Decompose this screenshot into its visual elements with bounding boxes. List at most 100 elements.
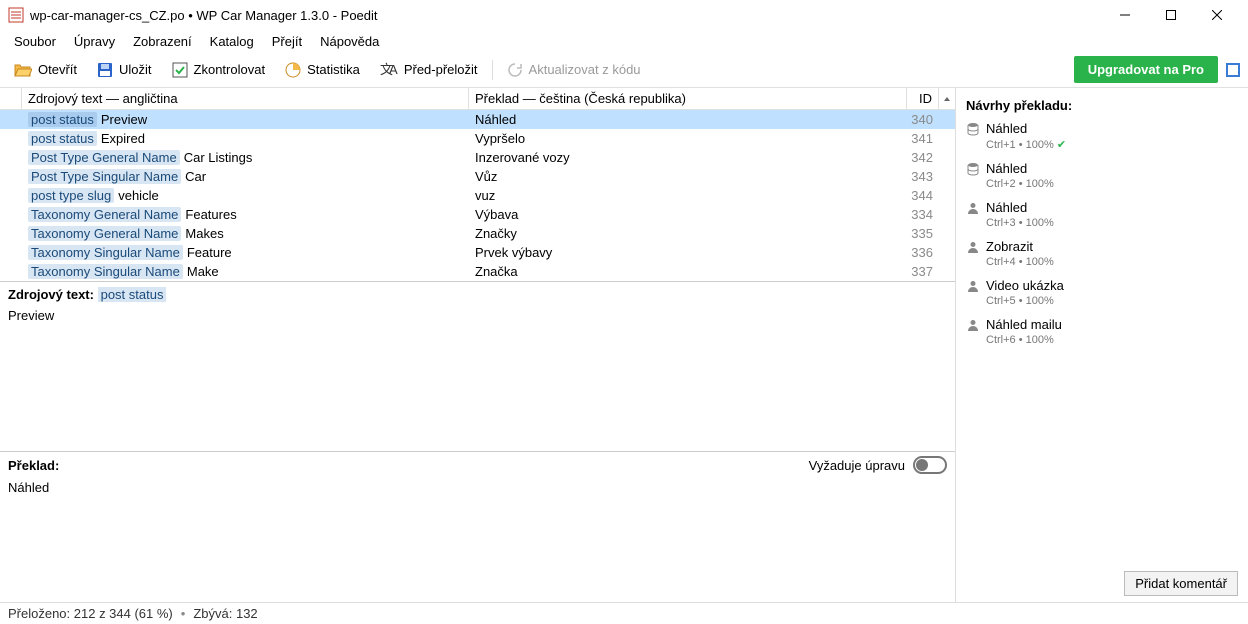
minimize-button[interactable] bbox=[1102, 0, 1148, 30]
menu-item[interactable]: Zobrazení bbox=[125, 32, 200, 51]
table-row[interactable]: Taxonomy General NameFeaturesVýbava334 bbox=[0, 205, 955, 224]
update-label: Aktualizovat z kódu bbox=[529, 62, 641, 77]
row-id: 340 bbox=[907, 112, 939, 127]
user-icon bbox=[966, 240, 980, 254]
suggestion-text: Zobrazit bbox=[986, 239, 1033, 254]
context-badge: Post Type General Name bbox=[28, 150, 180, 165]
title-bar: wp-car-manager-cs_CZ.po • WP Car Manager… bbox=[0, 0, 1248, 30]
source-text: Preview bbox=[101, 112, 147, 127]
table-row[interactable]: post type slug vehicle vuz344 bbox=[0, 186, 955, 205]
row-id: 335 bbox=[907, 226, 939, 241]
source-text: vehicle bbox=[118, 188, 158, 203]
open-button[interactable]: Otevřít bbox=[8, 58, 83, 82]
translation-text: vuz bbox=[469, 188, 907, 203]
needs-work-toggle[interactable] bbox=[913, 456, 947, 474]
suggestion-item[interactable]: NáhledCtrl+2 • 100% bbox=[966, 161, 1238, 190]
source-text: Car bbox=[185, 169, 206, 184]
translation-text: Vůz bbox=[469, 169, 907, 184]
suggestion-text: Video ukázka bbox=[986, 278, 1064, 293]
scroll-up-icon[interactable] bbox=[939, 95, 955, 103]
table-row[interactable]: Taxonomy Singular NameMakeZnačka337 bbox=[0, 262, 955, 281]
table-row[interactable]: Taxonomy Singular NameFeaturePrvek výbav… bbox=[0, 243, 955, 262]
user-icon bbox=[966, 279, 980, 293]
needs-work-label: Vyžaduje úpravu bbox=[809, 458, 905, 473]
row-id: 336 bbox=[907, 245, 939, 260]
column-translation[interactable]: Překlad — čeština (Česká republika) bbox=[469, 88, 907, 109]
table-row[interactable]: Taxonomy General NameMakesZnačky335 bbox=[0, 224, 955, 243]
suggestion-text: Náhled bbox=[986, 200, 1027, 215]
status-remaining: Zbývá: 132 bbox=[193, 606, 257, 621]
suggestion-item[interactable]: Náhled mailuCtrl+6 • 100% bbox=[966, 317, 1238, 346]
column-id[interactable]: ID bbox=[907, 88, 939, 109]
row-id: 342 bbox=[907, 150, 939, 165]
pretranslate-button[interactable]: 文A Před-přeložit bbox=[374, 58, 484, 82]
open-label: Otevřít bbox=[38, 62, 77, 77]
save-button[interactable]: Uložit bbox=[91, 58, 158, 82]
translation-text: Náhled bbox=[469, 112, 907, 127]
suggestion-item[interactable]: ZobrazitCtrl+4 • 100% bbox=[966, 239, 1238, 268]
folder-open-icon bbox=[14, 62, 32, 78]
table-row[interactable]: Post Type General NameCar ListingsInzero… bbox=[0, 148, 955, 167]
toolbar: Otevřít Uložit Zkontrolovat Statistika 文… bbox=[0, 52, 1248, 88]
window-title: wp-car-manager-cs_CZ.po • WP Car Manager… bbox=[30, 8, 1102, 23]
check-icon bbox=[172, 62, 188, 78]
close-button[interactable] bbox=[1194, 0, 1240, 30]
user-icon bbox=[966, 201, 980, 215]
context-badge: post status bbox=[28, 131, 97, 146]
row-id: 337 bbox=[907, 264, 939, 279]
upgrade-button[interactable]: Upgradovat na Pro bbox=[1074, 56, 1218, 83]
column-source[interactable]: Zdrojový text — angličtina bbox=[22, 88, 469, 109]
table-row[interactable]: post statusExpiredVypršelo341 bbox=[0, 129, 955, 148]
status-bar: Přeloženo: 212 z 344 (61 %) • Zbývá: 132 bbox=[0, 602, 1248, 624]
menu-item[interactable]: Katalog bbox=[202, 32, 262, 51]
translation-text: Prvek výbavy bbox=[469, 245, 907, 260]
sidebar-toggle-button[interactable] bbox=[1226, 63, 1240, 77]
menu-bar: Soubor Úpravy Zobrazení Katalog Přejít N… bbox=[0, 30, 1248, 52]
context-badge: post type slug bbox=[28, 188, 114, 203]
translation-input[interactable]: Náhled bbox=[0, 478, 955, 602]
status-translated: Přeloženo: 212 z 344 (61 %) bbox=[8, 606, 173, 621]
suggestions-sidebar: Návrhy překladu: NáhledCtrl+1 • 100% ✔Ná… bbox=[956, 88, 1248, 602]
suggestions-title: Návrhy překladu: bbox=[966, 98, 1238, 113]
stats-label: Statistika bbox=[307, 62, 360, 77]
translation-label: Překlad: bbox=[8, 458, 809, 473]
source-text: Features bbox=[185, 207, 236, 222]
maximize-button[interactable] bbox=[1148, 0, 1194, 30]
translation-text: Značka bbox=[469, 264, 907, 279]
suggestion-item[interactable]: Video ukázkaCtrl+5 • 100% bbox=[966, 278, 1238, 307]
source-text: Feature bbox=[187, 245, 232, 260]
suggestion-text: Náhled bbox=[986, 121, 1027, 136]
menu-item[interactable]: Soubor bbox=[6, 32, 64, 51]
check-button[interactable]: Zkontrolovat bbox=[166, 58, 272, 82]
menu-item[interactable]: Úpravy bbox=[66, 32, 123, 51]
translation-text: Výbava bbox=[469, 207, 907, 222]
suggestion-item[interactable]: Náhled Ctrl+3 • 100% bbox=[966, 200, 1238, 229]
table-body: post status Preview Náhled340 post statusEx… bbox=[0, 110, 955, 281]
menu-item[interactable]: Nápověda bbox=[312, 32, 387, 51]
update-from-code-button[interactable]: Aktualizovat z kódu bbox=[501, 58, 647, 82]
menu-item[interactable]: Přejít bbox=[264, 32, 310, 51]
table-row[interactable]: Post Type Singular NameCarVůz343 bbox=[0, 167, 955, 186]
source-text: Car Listings bbox=[184, 150, 253, 165]
suggestion-meta: Ctrl+1 • 100% ✔ bbox=[986, 138, 1238, 151]
add-comment-button[interactable]: Přidat komentář bbox=[1124, 571, 1238, 596]
table-row[interactable]: post statusPreviewNáhled340 bbox=[0, 110, 955, 129]
suggestion-meta: Ctrl+6 • 100% bbox=[986, 334, 1238, 346]
source-context: post status bbox=[98, 287, 167, 302]
pretranslate-label: Před-přeložit bbox=[404, 62, 478, 77]
translation-text: Značky bbox=[469, 226, 907, 241]
translation-text: Vypršelo bbox=[469, 131, 907, 146]
user-icon bbox=[966, 318, 980, 332]
suggestion-item[interactable]: Náhled Ctrl+1 • 100% ✔ bbox=[966, 121, 1238, 151]
source-value: Preview bbox=[8, 306, 947, 325]
check-icon: ✔ bbox=[1057, 139, 1066, 151]
context-badge: Taxonomy General Name bbox=[28, 226, 181, 241]
suggestion-meta: Ctrl+3 • 100% bbox=[986, 217, 1238, 229]
suggestion-text: Náhled bbox=[986, 161, 1027, 176]
source-panel: Zdrojový text: post status Preview bbox=[0, 281, 955, 451]
refresh-icon bbox=[507, 62, 523, 78]
table-header: Zdrojový text — angličtina Překlad — češ… bbox=[0, 88, 955, 110]
row-id: 344 bbox=[907, 188, 939, 203]
context-badge: Taxonomy General Name bbox=[28, 207, 181, 222]
stats-button[interactable]: Statistika bbox=[279, 58, 366, 82]
